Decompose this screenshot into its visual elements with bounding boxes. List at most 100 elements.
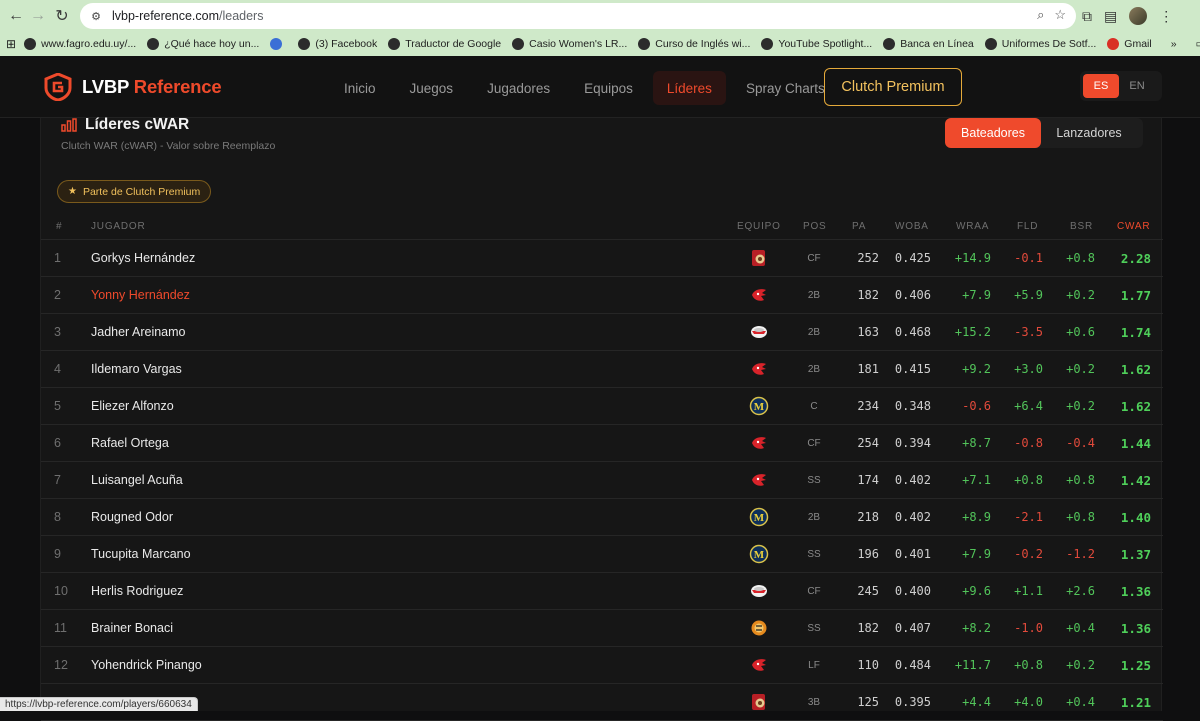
site-info-icon[interactable]: ⚙	[88, 8, 104, 24]
fld-cell: -2.1	[1014, 510, 1043, 524]
bsr-cell: +0.4	[1066, 695, 1095, 709]
table-row[interactable]: 2 Yonny Hernández 2B 182 0.406 +7.9 +5.9 +0.2 1.…	[41, 277, 1163, 314]
nav-item-spray-charts[interactable]: Spray Charts	[732, 71, 839, 105]
player-name-link[interactable]: Jadher Areinamo	[91, 325, 186, 339]
reload-icon[interactable]: ↻	[50, 4, 74, 28]
table-row[interactable]: 10 Herlis Rodriguez CF 245 0.400 +9.6 +1.1 +2.6…	[41, 573, 1163, 610]
lang-en[interactable]: EN	[1119, 74, 1155, 98]
bookmarks-overflow-button[interactable]: »	[1171, 38, 1177, 50]
table-row[interactable]: 9 Tucupita Marcano M SS 196 0.401 +7.9 -0.2 -1.2…	[41, 536, 1163, 573]
cardenales-team-logo-icon	[752, 363, 766, 375]
bookmarks-bar: ⊞ www.fagro.edu.uy/... ¿Qué hace hoy un..…	[0, 32, 1200, 56]
extensions-icon[interactable]: ⧉	[1082, 8, 1092, 25]
bookmark-label: Casio Women's LR...	[529, 38, 628, 50]
player-type-toggle: Bateadores Lanzadores	[945, 118, 1143, 148]
nav-item-inicio[interactable]: Inicio	[330, 71, 390, 105]
all-bookmarks-button[interactable]: ▭All Bookmarks	[1196, 38, 1200, 50]
profile-avatar[interactable]	[1129, 7, 1148, 25]
logo-shield-icon	[44, 73, 72, 101]
nav-item-jugadores[interactable]: Jugadores	[473, 71, 564, 105]
leaders-card: Líderes cWAR Clutch WAR (cWAR) - Valor s…	[40, 116, 1163, 721]
zoom-icon[interactable]: ⌕	[1037, 7, 1044, 23]
player-name-link[interactable]: Rougned Odor	[91, 510, 173, 524]
forward-arrow-icon[interactable]: →	[26, 4, 50, 28]
player-name-link[interactable]: Ildemaro Vargas	[91, 362, 182, 376]
bookmark-item[interactable]: Curso de Inglés wi...	[638, 38, 750, 50]
wraa-cell: +9.2	[962, 362, 991, 376]
cwar-cell: 1.44	[1120, 436, 1151, 451]
table-row[interactable]: 8 Rougned Odor M 2B 218 0.402 +8.9 -2.1 +0.8 1.40	[41, 499, 1163, 536]
table-row[interactable]: 6 Rafael Ortega CF 254 0.394 +8.7 -0.8 -0.4 1.44	[41, 425, 1163, 462]
bsr-cell: +0.2	[1066, 658, 1095, 672]
pos-cell: CF	[807, 438, 821, 449]
bookmark-star-icon[interactable]: ☆	[1054, 7, 1066, 23]
bookmark-item[interactable]	[270, 38, 287, 50]
table-row[interactable]: 12 Yohendrick Pinango LF 110 0.484 +11.7 +0.8 +…	[41, 647, 1163, 684]
col-pa[interactable]: PA	[852, 221, 866, 232]
player-name-link[interactable]: Herlis Rodriguez	[91, 584, 183, 598]
tab-lanzadores[interactable]: Lanzadores	[1041, 118, 1137, 148]
bookmark-item[interactable]: Casio Women's LR...	[512, 38, 627, 50]
wraa-cell: +14.9	[954, 251, 991, 265]
table-row[interactable]: 11 Brainer Bonaci SS 182 0.407 +8.2 -1.0 +0.4 1.…	[41, 610, 1163, 647]
col-equipo[interactable]: EQUIPO	[737, 221, 781, 232]
bookmark-label: ¿Qué hace hoy un...	[164, 38, 260, 50]
bookmark-item[interactable]: Banca en Línea	[883, 38, 974, 50]
col-woba[interactable]: WOBA	[895, 221, 929, 232]
player-name-link[interactable]: Eliezer Alfonzo	[91, 399, 174, 413]
player-name-link[interactable]: Luisangel Acuña	[91, 473, 183, 487]
table-row[interactable]: 7 Luisangel Acuña SS 174 0.402 +7.1 +0.8 +0.8 1.…	[41, 462, 1163, 499]
pa-cell: 218	[857, 510, 879, 524]
bsr-cell: +0.2	[1066, 288, 1095, 302]
player-name-link[interactable]: Brainer Bonaci	[91, 621, 173, 635]
nav-item-l-deres[interactable]: Líderes	[652, 71, 726, 105]
table-row[interactable]: 133B1250.395+4.4+4.0+0.41.21	[41, 684, 1163, 721]
bookmark-label: Traductor de Google	[405, 38, 502, 50]
table-row[interactable]: 5 Eliezer Alfonzo M C 234 0.348 -0.6 +6.4 +0.2 1.…	[41, 388, 1163, 425]
player-name-link[interactable]: Yohendrick Pinango	[91, 658, 202, 672]
bookmark-label: Uniformes De Sotf...	[1001, 38, 1097, 50]
bookmark-item[interactable]: Traductor de Google	[388, 38, 501, 50]
menu-kebab-icon[interactable]: ⋮	[1159, 8, 1173, 25]
bookmark-item[interactable]: Gmail	[1107, 38, 1152, 50]
bookmark-item[interactable]: www.fagro.edu.uy/...	[24, 38, 136, 50]
bookmark-item[interactable]: (3) Facebook	[298, 38, 377, 50]
tab-bateadores[interactable]: Bateadores	[945, 118, 1041, 148]
table-row[interactable]: 1 Gorkys Hernández CF 252 0.425 +14.9 -0.1 +0.8…	[41, 240, 1163, 277]
col-bsr[interactable]: BSR	[1070, 221, 1093, 232]
col-fld[interactable]: FLD	[1017, 221, 1038, 232]
wraa-cell: +8.7	[962, 436, 991, 450]
player-name-link[interactable]: Yonny Hernández	[91, 288, 190, 302]
lang-es[interactable]: ES	[1083, 74, 1119, 98]
back-arrow-icon[interactable]: ←	[4, 4, 28, 28]
apps-grid-icon[interactable]: ⊞	[6, 37, 16, 51]
folder-icon: ▭	[1196, 38, 1200, 50]
col-pos[interactable]: POS	[803, 221, 827, 232]
pos-cell: 2B	[807, 512, 821, 523]
site-logo[interactable]: LVBP Reference	[44, 73, 222, 101]
clutch-premium-button[interactable]: Clutch Premium	[824, 68, 962, 106]
col-jugador[interactable]: JUGADOR	[91, 221, 146, 232]
nav-item-juegos[interactable]: Juegos	[396, 71, 468, 105]
col-rank: #	[56, 221, 63, 232]
player-name-link[interactable]: Gorkys Hernández	[91, 251, 195, 265]
player-name-link[interactable]: Rafael Ortega	[91, 436, 169, 450]
bookmark-item[interactable]: ¿Qué hace hoy un...	[147, 38, 259, 50]
cwar-cell: 1.62	[1120, 399, 1151, 414]
bookmark-item[interactable]: YouTube Spotlight...	[761, 38, 872, 50]
bsr-cell: +0.6	[1066, 325, 1095, 339]
wraa-cell: +8.2	[962, 621, 991, 635]
fld-cell: +0.8	[1014, 658, 1043, 672]
table-row[interactable]: 4 Ildemaro Vargas 2B 181 0.415 +9.2 +3.0 +0.2 1.…	[41, 351, 1163, 388]
col-cwar[interactable]: CWAR	[1117, 221, 1150, 232]
cwar-cell: 1.42	[1120, 473, 1151, 488]
player-name-link[interactable]: Tucupita Marcano	[91, 547, 191, 561]
table-row[interactable]: 3 Jadher Areinamo 2B 163 0.468 +15.2 -3.5 +0.6 1…	[41, 314, 1163, 351]
woba-cell: 0.425	[894, 251, 931, 265]
col-wraa[interactable]: WRAA	[956, 221, 989, 232]
address-bar[interactable]: ⚙ lvbp-reference.com/leaders ⌕ ☆	[80, 3, 1076, 29]
reading-list-icon[interactable]: ▤	[1104, 8, 1117, 25]
nav-item-equipos[interactable]: Equipos	[570, 71, 647, 105]
bookmark-item[interactable]: Uniformes De Sotf...	[984, 38, 1097, 50]
brand-accent: Reference	[133, 76, 222, 97]
